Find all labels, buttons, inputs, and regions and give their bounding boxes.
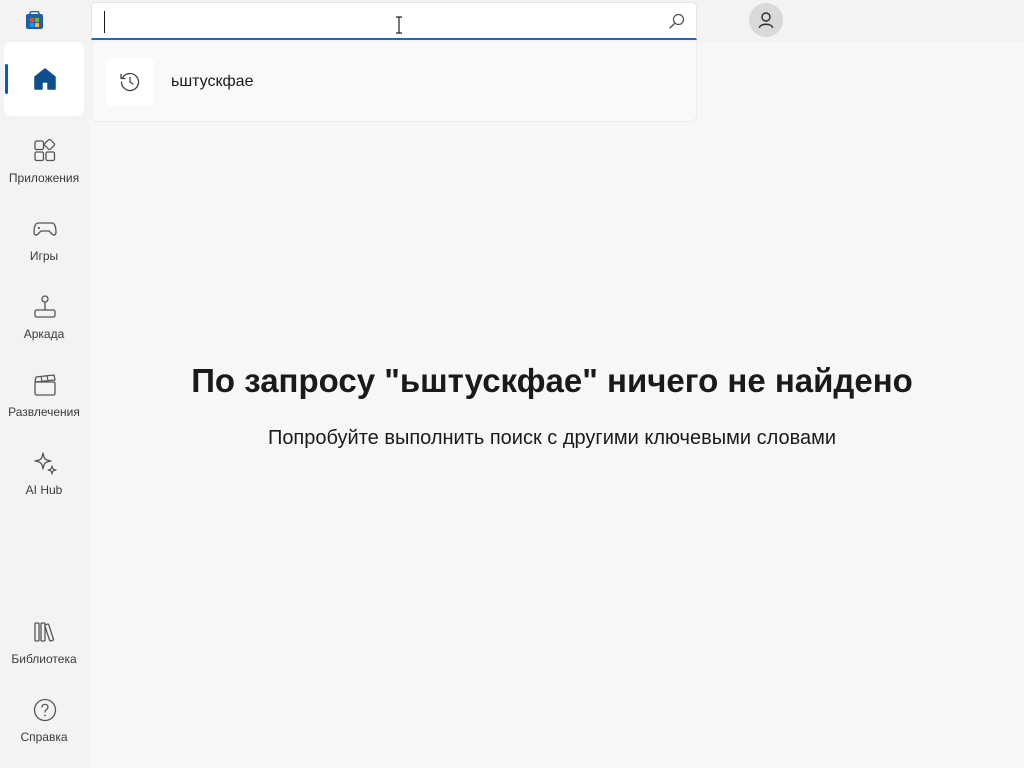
no-results-subtitle: Попробуйте выполнить поиск с другими клю… <box>267 427 837 449</box>
clapperboard-icon <box>34 374 56 396</box>
text-caret <box>104 11 105 33</box>
sidebar-item-apps[interactable]: Приложения <box>4 130 84 204</box>
sidebar-item-help[interactable]: Справка <box>4 689 84 763</box>
history-icon <box>120 72 140 92</box>
account-avatar-button[interactable] <box>749 3 783 37</box>
active-indicator <box>5 64 8 94</box>
sidebar-nav: Приложения Игры Аркада Развлечения AI Hu… <box>0 42 90 768</box>
gamepad-icon <box>33 222 57 236</box>
title-bar <box>0 0 1024 42</box>
home-icon <box>34 68 56 90</box>
store-window: Приложения Игры Аркада Развлечения AI Hu… <box>0 0 1024 768</box>
ibeam-cursor-icon <box>396 16 402 34</box>
search-suggestions-dropdown: ьштускфае <box>91 42 697 122</box>
sidebar-item-label: Игры <box>29 249 59 263</box>
sidebar-item-label: Развлечения <box>8 405 80 419</box>
sidebar-item-entertainment[interactable]: Развлечения <box>4 364 84 438</box>
sidebar-item-label: AI Hub <box>25 483 63 497</box>
store-logo-icon <box>26 11 43 29</box>
help-icon <box>33 698 57 722</box>
library-icon <box>34 622 55 642</box>
sidebar-item-ai-hub[interactable]: AI Hub <box>4 442 84 516</box>
sidebar-item-arcade[interactable]: Аркада <box>4 286 84 360</box>
joystick-icon <box>34 295 56 318</box>
sidebar-item-library[interactable]: Библиотека <box>4 611 84 685</box>
suggestion-item[interactable]: ьштускфае <box>92 42 696 122</box>
sidebar-item-games[interactable]: Игры <box>4 208 84 282</box>
search-input[interactable] <box>104 9 644 33</box>
user-icon <box>758 12 774 29</box>
apps-icon <box>34 138 56 162</box>
sidebar-item-label: Библиотека <box>11 652 77 666</box>
sidebar-item-home[interactable] <box>4 42 84 116</box>
sidebar-item-label: Справка <box>20 730 68 744</box>
suggestion-icon-box <box>106 58 154 106</box>
suggestion-text: ьштускфае <box>171 73 254 90</box>
search-box[interactable] <box>91 2 697 40</box>
search-icon[interactable] <box>668 12 686 30</box>
main-content: По запросу "ьштускфае" ничего не найдено… <box>90 122 1024 768</box>
sidebar-item-label: Аркада <box>23 327 65 341</box>
no-results-title: По запросу "ьштускфае" ничего не найдено <box>191 362 913 399</box>
sidebar-item-label: Приложения <box>8 171 80 185</box>
sparkle-icon <box>34 452 57 475</box>
